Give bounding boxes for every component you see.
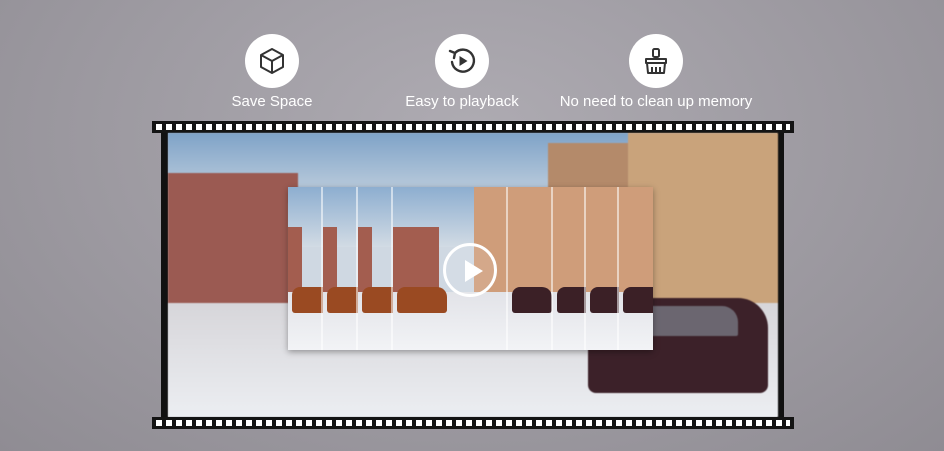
cube-icon — [260, 48, 284, 74]
video-frame — [553, 187, 586, 350]
feature-label: No need to clean up memory — [559, 93, 753, 110]
feature-label: Easy to playback — [405, 93, 519, 110]
film-side-right — [777, 133, 784, 417]
film-side-left — [161, 133, 168, 417]
feature-save-space: Save Space — [162, 34, 382, 111]
feature-label: Save Space — [231, 93, 313, 110]
video-frame — [586, 187, 619, 350]
play-icon — [465, 260, 483, 282]
feature-icon-circle — [245, 34, 299, 88]
feature-easy-playback: Easy to playback — [352, 34, 572, 111]
play-button[interactable] — [443, 243, 497, 297]
feature-no-cleanup: No need to clean up memory — [546, 34, 766, 111]
video-frame — [323, 187, 358, 350]
playback-icon — [448, 48, 476, 73]
brush-icon — [645, 48, 667, 74]
promo-section: Save Space Easy to playback No need to c… — [0, 0, 944, 451]
video-frame — [358, 187, 393, 350]
video-frame — [619, 187, 653, 350]
film-perforations-bottom — [152, 417, 794, 429]
video-frame — [288, 187, 323, 350]
film-perforations-top — [152, 121, 794, 133]
video-frame — [508, 187, 553, 350]
feature-icon-circle — [629, 34, 683, 88]
feature-icon-circle — [435, 34, 489, 88]
